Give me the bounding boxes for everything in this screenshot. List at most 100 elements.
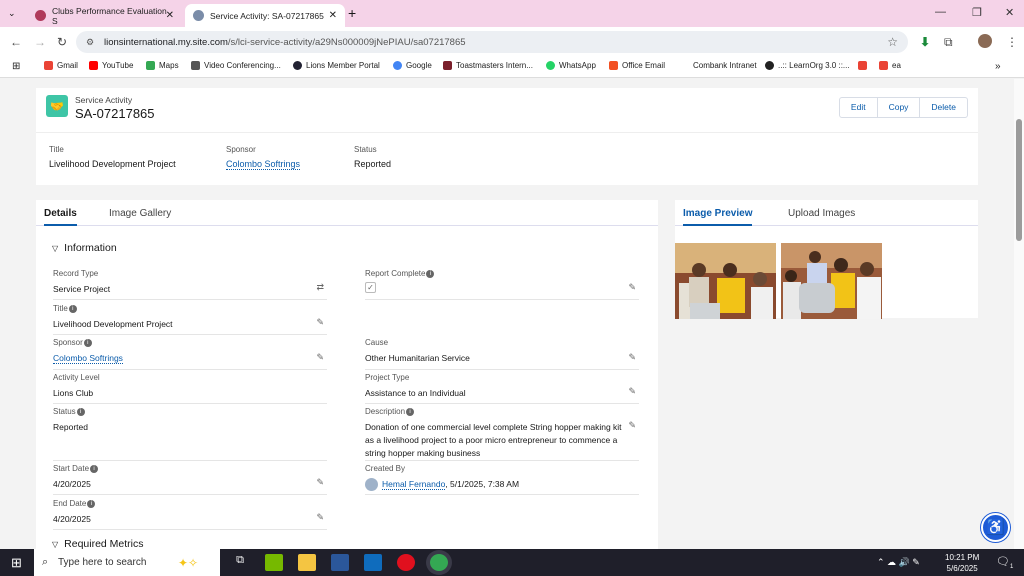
url-host: lionsinternational.my.site.com xyxy=(104,36,228,48)
tab-search-icon[interactable]: ⌄ xyxy=(8,8,16,19)
tab-image-gallery[interactable]: Image Gallery xyxy=(109,208,171,219)
chevron-down-icon: ▽ xyxy=(52,540,59,549)
sponsor-link[interactable]: Colombo Softrings xyxy=(53,353,123,364)
tab-upload-images[interactable]: Upload Images xyxy=(788,208,855,219)
system-tray-icons[interactable]: ⌃ ☁ 🔊 ✎ xyxy=(877,557,920,568)
field-sponsor: Sponsor i Colombo Softrings ✎ xyxy=(53,338,327,370)
field-title: Title i Livelihood Development Project ✎ xyxy=(53,304,327,335)
windows-start-icon[interactable]: ⊞ xyxy=(11,555,22,571)
edit-pencil-icon[interactable]: ✎ xyxy=(316,477,324,488)
field-end-date: End Date i 4/20/2025 ✎ xyxy=(53,499,327,530)
new-tab-icon[interactable]: + xyxy=(348,5,356,21)
bookmark-gmail[interactable]: Gmail xyxy=(44,61,78,70)
info-icon[interactable]: i xyxy=(68,304,77,313)
url-path: /s/lci-service-activity/a29Ns000009jNePI… xyxy=(227,36,466,48)
bookmark-office-email[interactable]: Office Email xyxy=(609,61,665,70)
field-status: Status i Reported xyxy=(53,407,327,461)
bookmark-gmail-2[interactable] xyxy=(858,61,871,70)
forward-icon[interactable]: → xyxy=(34,35,46,49)
report-complete-checkbox: ✓ xyxy=(365,282,376,293)
apps-grid-icon[interactable]: ⊞ xyxy=(12,61,20,72)
edit-pencil-icon[interactable]: ✎ xyxy=(628,352,636,363)
highlight-title: Title Livelihood Development Project xyxy=(49,145,176,169)
address-bar[interactable]: ⚙ lionsinternational.my.site.com/s/lci-s… xyxy=(76,31,908,53)
created-by-user-link[interactable]: Hemal Fernando xyxy=(382,479,446,490)
word-icon[interactable] xyxy=(331,554,349,571)
taskbar-clock[interactable]: 10:21 PM 5/6/2025 xyxy=(945,552,979,574)
bookmark-youtube[interactable]: YouTube xyxy=(89,61,133,70)
more-bookmarks-icon[interactable]: » xyxy=(995,61,1001,72)
tab-title: Service Activity: SA-07217865 xyxy=(210,10,324,21)
copy-button[interactable]: Copy xyxy=(876,98,920,117)
bookmark-google[interactable]: Google xyxy=(393,61,432,70)
edit-pencil-icon[interactable]: ✎ xyxy=(316,352,324,363)
browser-toolbar: ← → ↻ ⚙ lionsinternational.my.site.com/s… xyxy=(0,27,1024,56)
accessibility-icon[interactable]: ♿ xyxy=(981,513,1010,542)
record-type-label: Service Activity xyxy=(75,95,133,105)
field-created-by: Created By Hemal Fernando, 5/1/2025, 7:3… xyxy=(365,464,639,495)
notification-icon[interactable]: 🗨1 xyxy=(996,555,1013,570)
chevron-down-icon: ▽ xyxy=(52,244,59,253)
file-explorer-icon[interactable] xyxy=(298,554,316,571)
close-icon[interactable]: ✕ xyxy=(166,10,174,21)
page-scrollbar[interactable] xyxy=(1014,79,1024,549)
bookmark-combank[interactable]: Combank Intranet xyxy=(680,61,757,70)
bookmark-maps[interactable]: Maps xyxy=(146,61,179,70)
highlight-status: Status Reported xyxy=(354,145,392,169)
bookmark-ea[interactable]: ea xyxy=(879,61,901,70)
restore-icon[interactable]: ❐ xyxy=(972,6,982,19)
download-icon[interactable]: ⬇ xyxy=(920,35,930,49)
bookmark-lions-portal[interactable]: Lions Member Portal xyxy=(293,61,380,70)
minimize-icon[interactable]: — xyxy=(935,6,946,18)
preview-image-2[interactable] xyxy=(781,243,882,319)
required-metrics-section-header[interactable]: ▽ Required Metrics xyxy=(52,538,144,549)
extensions-icon[interactable]: ⧉ xyxy=(944,35,953,50)
bookmark-learnorg[interactable]: ..:: LearnOrg 3.0 ::... xyxy=(765,61,850,70)
info-icon[interactable]: i xyxy=(90,464,99,473)
menu-icon[interactable]: ⋮ xyxy=(1006,35,1018,49)
sponsor-link[interactable]: Colombo Softrings xyxy=(226,159,301,170)
browser-tab-clubs[interactable]: Clubs Performance Evaluation S ✕ xyxy=(27,4,182,27)
edit-pencil-icon[interactable]: ✎ xyxy=(628,282,636,293)
taskbar-search-box[interactable]: ⌕ Type here to search ✦✧ xyxy=(34,549,220,576)
browser-tab-strip: ⌄ Clubs Performance Evaluation S ✕ Servi… xyxy=(0,0,1024,27)
preview-image-1[interactable] xyxy=(675,243,776,319)
back-icon[interactable]: ← xyxy=(10,35,22,49)
tab-details[interactable]: Details xyxy=(44,208,77,226)
opera-icon[interactable] xyxy=(397,554,415,571)
close-icon[interactable]: ✕ xyxy=(329,10,337,21)
bookmark-star-icon[interactable]: ☆ xyxy=(887,35,898,49)
bookmark-video-conferencing[interactable]: Video Conferencing... xyxy=(191,61,281,70)
edit-pencil-icon[interactable]: ✎ xyxy=(628,420,636,431)
profile-avatar[interactable] xyxy=(978,34,992,48)
close-window-icon[interactable]: ✕ xyxy=(1005,6,1014,19)
chrome-icon[interactable] xyxy=(430,554,448,571)
edit-pencil-icon[interactable]: ✎ xyxy=(316,317,324,328)
nvidia-icon[interactable] xyxy=(265,554,283,571)
details-panel: Details Image Gallery ▽ Information Recor… xyxy=(36,200,658,549)
info-icon[interactable]: i xyxy=(76,407,85,416)
tab-image-preview[interactable]: Image Preview xyxy=(683,208,753,226)
edit-pencil-icon[interactable]: ✎ xyxy=(628,386,636,397)
reload-icon[interactable]: ↻ xyxy=(57,35,67,49)
info-icon[interactable]: i xyxy=(83,338,92,347)
bookmark-toastmasters[interactable]: Toastmasters Intern... xyxy=(443,61,533,70)
edit-button[interactable]: Edit xyxy=(840,98,877,117)
outlook-icon[interactable] xyxy=(364,554,382,571)
site-info-icon[interactable]: ⚙ xyxy=(86,37,94,48)
record-header: 🤝 Service Activity SA-07217865 Edit Copy… xyxy=(36,88,978,132)
change-record-type-icon[interactable]: ⇄ xyxy=(316,282,324,293)
delete-button[interactable]: Delete xyxy=(919,98,967,117)
info-icon[interactable]: i xyxy=(426,269,435,278)
sparkle-icon: ✦✧ xyxy=(178,555,199,570)
browser-tab-service-activity[interactable]: Service Activity: SA-07217865 ✕ xyxy=(185,4,345,27)
field-cause: Cause Other Humanitarian Service ✎ xyxy=(365,338,639,370)
bookmarks-bar: ⊞ Gmail YouTube Maps Video Conferencing.… xyxy=(0,56,1024,78)
info-icon[interactable]: i xyxy=(406,407,415,416)
info-icon[interactable]: i xyxy=(87,499,96,508)
bookmark-whatsapp[interactable]: WhatsApp xyxy=(546,61,596,70)
windows-taskbar: ⊞ ⌕ Type here to search ✦✧ ⧉ ⌃ ☁ 🔊 ✎ 10:… xyxy=(0,549,1024,576)
information-section-header[interactable]: ▽ Information xyxy=(52,242,117,254)
edit-pencil-icon[interactable]: ✎ xyxy=(316,512,324,523)
task-view-icon[interactable]: ⧉ xyxy=(231,554,249,571)
